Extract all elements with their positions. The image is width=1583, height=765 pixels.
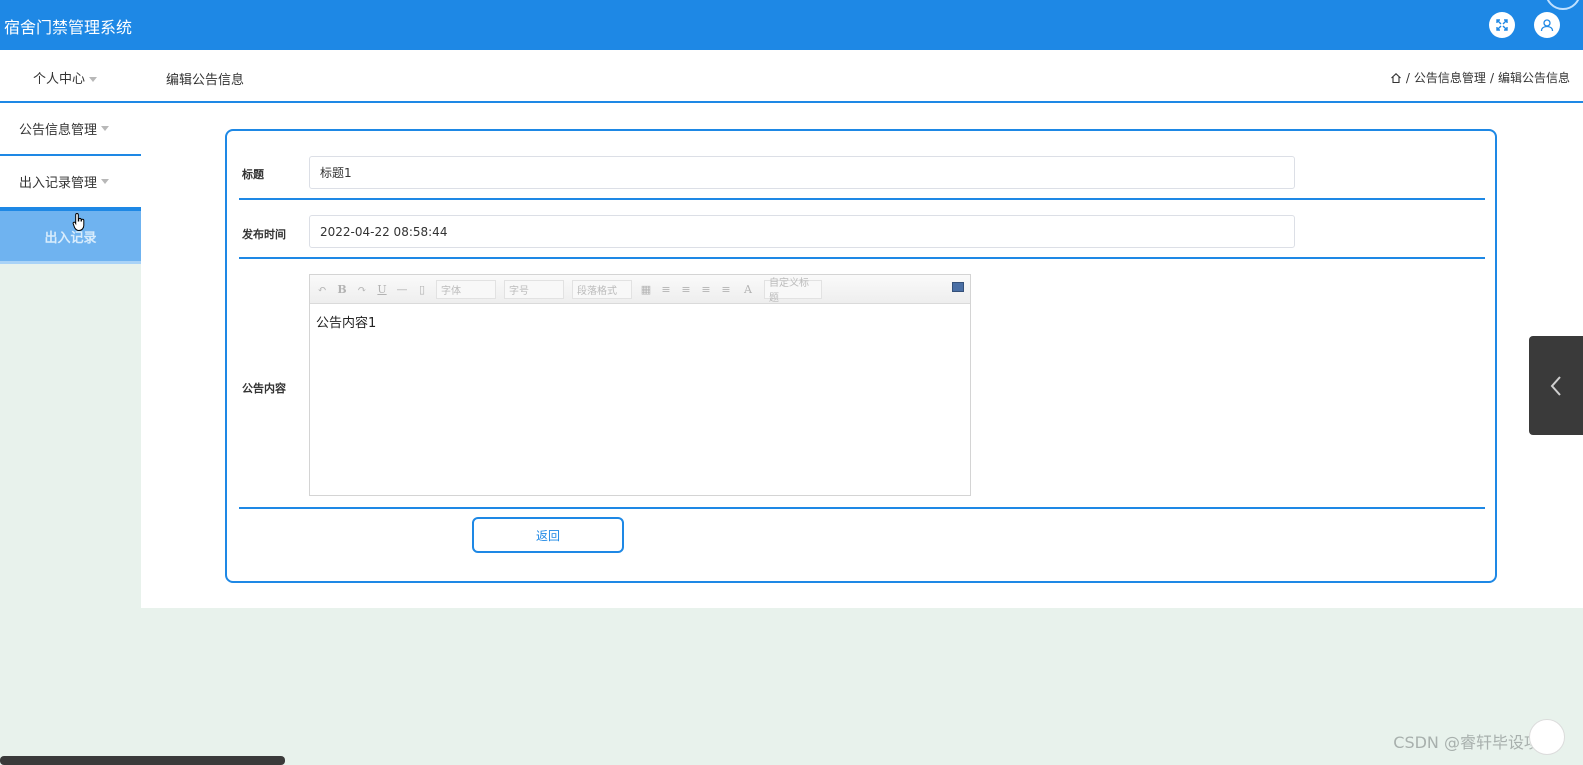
personal-center-menu[interactable]: 个人中心	[33, 68, 98, 87]
rich-text-editor: ↶ B ↷ U — ▯ 字体 字号 段落格式 ▦ ≡ ≡ ≡ ≡ A 自定义标题…	[309, 274, 971, 496]
editor-content[interactable]: 公告内容1	[310, 304, 970, 339]
home-icon[interactable]	[1390, 72, 1402, 84]
avatar-orb[interactable]	[1545, 0, 1581, 10]
form-row-content: 公告内容 ↶ B ↷ U — ▯ 字体 字号 段落格式 ▦ ≡ ≡ ≡ ≡ A …	[239, 259, 1485, 509]
back-button[interactable]: 返回	[472, 517, 624, 553]
justify-icon[interactable]: ≡	[720, 283, 732, 296]
personal-center-label: 个人中心	[33, 72, 86, 87]
table-icon[interactable]: ▦	[640, 283, 652, 296]
breadcrumb-separator: /	[1489, 70, 1494, 85]
breadcrumb-item-notice-management[interactable]: 公告信息管理	[1414, 69, 1486, 86]
publish-time-input[interactable]: 2022-04-22 08:58:44	[309, 215, 1295, 248]
top-bar: 宿舍门禁管理系统	[0, 0, 1583, 50]
page-title: 编辑公告信息	[166, 73, 245, 88]
sidebar-subitem-access-records[interactable]: 出入记录	[0, 209, 141, 264]
horizontal-rule-button[interactable]: —	[396, 283, 408, 296]
panel-toggle-tab[interactable]	[1529, 336, 1583, 435]
breadcrumb-item-edit-notice: 编辑公告信息	[1497, 71, 1570, 85]
undo-icon[interactable]: ↶	[316, 283, 328, 296]
font-family-select[interactable]: 字体	[436, 279, 496, 299]
document-icon[interactable]: ▯	[416, 283, 428, 296]
editor-toolbar: ↶ B ↷ U — ▯ 字体 字号 段落格式 ▦ ≡ ≡ ≡ ≡ A 自定义标题	[310, 275, 970, 304]
edit-notice-form: 标题 标题1 发布时间 2022-04-22 08:58:44 公告内容 ↶ B…	[225, 129, 1497, 583]
hand-cursor-icon	[72, 212, 85, 232]
title-input[interactable]: 标题1	[309, 156, 1295, 189]
breadcrumb: / 公告信息管理 / 编辑公告信息	[1390, 69, 1570, 86]
caret-down-icon	[89, 77, 98, 82]
preview-icon[interactable]	[952, 282, 964, 292]
font-color-button[interactable]: A	[740, 283, 756, 296]
paragraph-format-select[interactable]: 段落格式	[572, 279, 632, 299]
form-row-title: 标题 标题1	[239, 131, 1485, 200]
app-title: 宿舍门禁管理系统	[4, 18, 133, 37]
underline-button[interactable]: U	[376, 283, 388, 296]
publish-time-label: 发布时间	[242, 228, 286, 241]
sub-bar: 个人中心 编辑公告信息 / 公告信息管理 / 编辑公告信息	[0, 50, 1583, 103]
caret-down-icon	[101, 179, 110, 184]
form-row-publish-time: 发布时间 2022-04-22 08:58:44	[239, 200, 1485, 259]
content-label: 公告内容	[242, 382, 286, 395]
sidebar-item-label: 出入记录管理	[19, 176, 98, 191]
align-left-icon[interactable]: ≡	[660, 283, 672, 296]
sidebar-item-label: 公告信息管理	[19, 123, 98, 138]
sidebar-item-access-record-management[interactable]: 出入记录管理	[0, 156, 141, 209]
custom-title-select[interactable]: 自定义标题	[764, 278, 822, 304]
caret-down-icon	[101, 126, 110, 131]
align-center-icon[interactable]: ≡	[700, 283, 712, 296]
title-label: 标题	[242, 168, 264, 181]
floating-help-button[interactable]	[1529, 719, 1565, 755]
horizontal-scrollbar[interactable]	[0, 756, 285, 765]
font-size-select[interactable]: 字号	[504, 279, 564, 299]
sidebar: 公告信息管理 出入记录管理 出入记录	[0, 103, 141, 264]
redo-icon[interactable]: ↷	[356, 283, 368, 296]
sidebar-item-notice-management[interactable]: 公告信息管理	[0, 103, 141, 156]
user-icon[interactable]	[1534, 12, 1560, 38]
breadcrumb-separator: /	[1405, 70, 1410, 85]
bold-button[interactable]: B	[336, 283, 348, 296]
fullscreen-icon[interactable]	[1489, 12, 1515, 38]
align-right-icon[interactable]: ≡	[680, 283, 692, 296]
chevron-left-icon	[1550, 375, 1561, 396]
